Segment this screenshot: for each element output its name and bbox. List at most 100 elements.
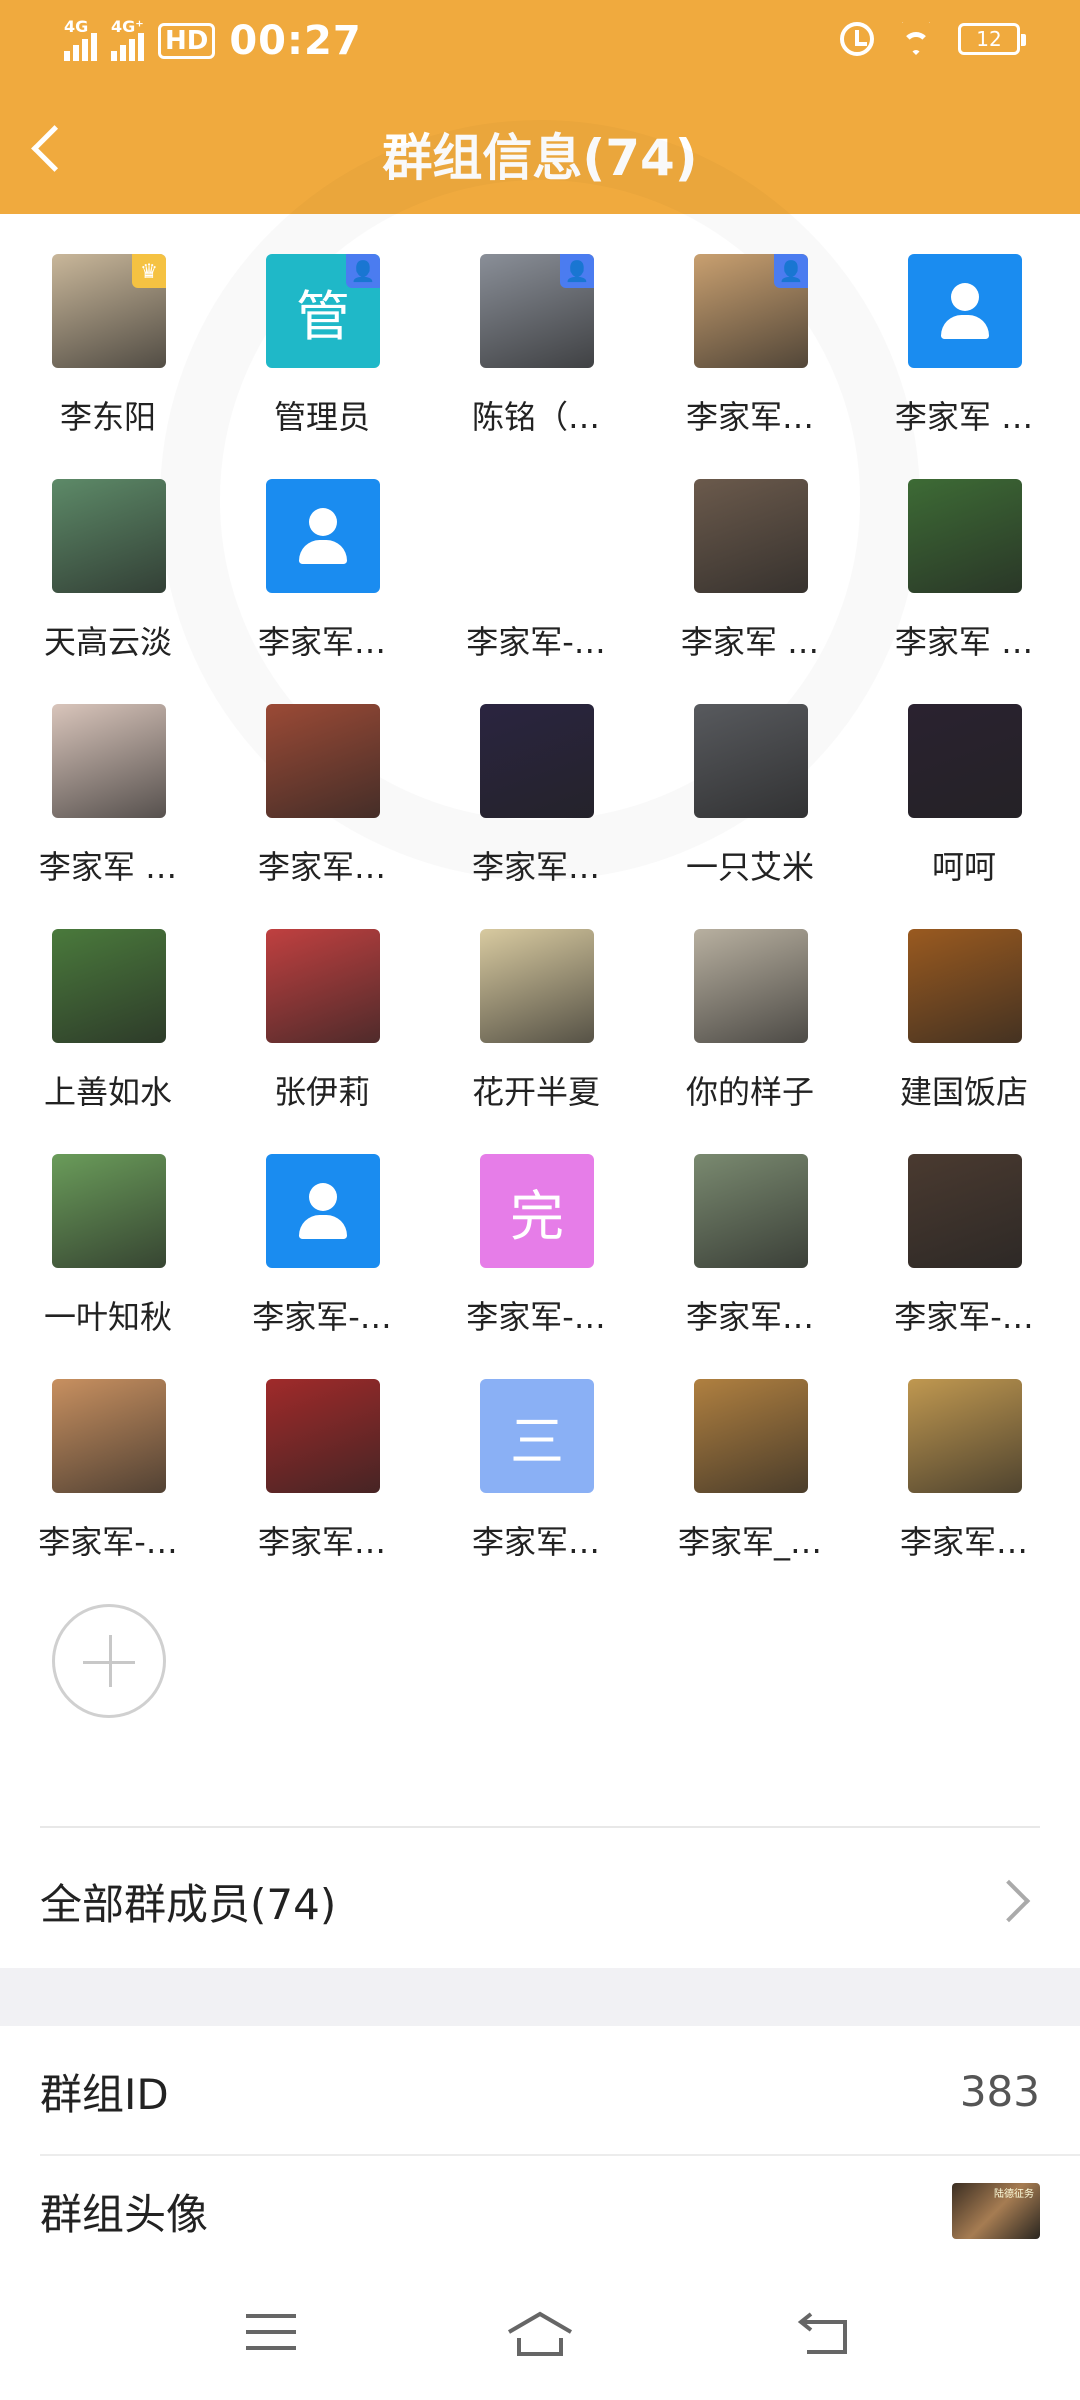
member-item[interactable]: 李家军… bbox=[214, 664, 430, 889]
battery-icon: 12 bbox=[958, 23, 1026, 55]
member-item[interactable]: 上善如水 bbox=[0, 889, 216, 1114]
network-type-label: 4G bbox=[64, 17, 89, 36]
member-name: 一叶知秋 bbox=[43, 1298, 172, 1336]
member-item[interactable]: 一只艾米 bbox=[642, 664, 858, 889]
alarm-icon bbox=[840, 22, 874, 56]
member-item[interactable]: 👤 李家军… bbox=[642, 214, 858, 439]
member-avatar bbox=[266, 1154, 380, 1268]
member-avatar bbox=[52, 929, 166, 1043]
member-item[interactable]: 👤 陈铭（… bbox=[428, 214, 644, 439]
member-item[interactable]: 李家军… bbox=[214, 439, 430, 664]
member-item[interactable]: 李家军 … bbox=[856, 439, 1072, 664]
member-name: 李家军… bbox=[899, 1523, 1028, 1561]
member-avatar: 👤 bbox=[480, 254, 594, 368]
member-avatar bbox=[266, 704, 380, 818]
member-avatar bbox=[908, 929, 1022, 1043]
member-item[interactable]: 李家军_… bbox=[642, 1339, 858, 1564]
member-avatar bbox=[480, 479, 594, 593]
member-avatar bbox=[908, 1379, 1022, 1493]
home-icon[interactable] bbox=[505, 2308, 575, 2358]
member-avatar bbox=[480, 704, 594, 818]
member-item[interactable]: 李家军-… bbox=[856, 1114, 1072, 1339]
member-item[interactable]: 李家军… bbox=[428, 664, 644, 889]
divider bbox=[40, 1826, 1040, 1828]
back-icon[interactable] bbox=[795, 2312, 851, 2356]
hd-voice-icon: HD bbox=[158, 23, 216, 59]
member-avatar: ♛ bbox=[52, 254, 166, 368]
member-avatar bbox=[694, 1379, 808, 1493]
member-name: 李家军-… bbox=[894, 1298, 1034, 1336]
member-avatar bbox=[694, 479, 808, 593]
member-name: 李家军-… bbox=[38, 1523, 178, 1561]
default-user-icon bbox=[937, 283, 993, 339]
member-avatar bbox=[694, 929, 808, 1043]
member-item[interactable]: 建国饭店 bbox=[856, 889, 1072, 1114]
member-item[interactable]: 李家军… bbox=[642, 1114, 858, 1339]
member-item[interactable]: 管 👤 管理员 bbox=[214, 214, 430, 439]
member-name: 陈铭（… bbox=[471, 398, 600, 436]
menu-icon[interactable] bbox=[246, 2314, 296, 2354]
member-avatar bbox=[266, 1379, 380, 1493]
group-avatar-label: 群组头像 bbox=[40, 2189, 209, 2239]
member-item[interactable]: 李家军-… bbox=[214, 1114, 430, 1339]
wifi-icon bbox=[896, 22, 936, 56]
cellular-signal-2-icon: 4G⁺ bbox=[111, 17, 144, 61]
member-item[interactable]: 完李家军-… bbox=[428, 1114, 644, 1339]
member-item[interactable]: 三李家军… bbox=[428, 1339, 644, 1564]
member-avatar bbox=[52, 704, 166, 818]
member-item[interactable]: 李家军… bbox=[214, 1339, 430, 1564]
member-avatar bbox=[480, 929, 594, 1043]
all-members-row[interactable]: 全部群成员(74) bbox=[0, 1836, 1080, 1966]
all-members-label: 全部群成员(74) bbox=[40, 1879, 337, 1929]
member-avatar bbox=[266, 929, 380, 1043]
member-name: 李家军_… bbox=[677, 1523, 822, 1561]
admin-badge-icon: 👤 bbox=[560, 254, 594, 288]
member-item[interactable]: 呵呵 bbox=[856, 664, 1072, 889]
member-avatar bbox=[908, 1154, 1022, 1268]
member-name: 李家军… bbox=[257, 848, 386, 886]
admin-badge-icon: 👤 bbox=[774, 254, 808, 288]
group-id-value: 383 bbox=[959, 2066, 1040, 2116]
member-item[interactable]: 李家军… bbox=[856, 1339, 1072, 1564]
member-item[interactable]: 李家军 … bbox=[642, 439, 858, 664]
member-name: 李家军-… bbox=[466, 1298, 606, 1336]
group-id-row: 群组ID 383 bbox=[0, 2026, 1080, 2156]
group-avatar-row[interactable]: 群组头像 陆德征务 bbox=[0, 2156, 1080, 2266]
member-name: 李家军… bbox=[257, 1523, 386, 1561]
cellular-signal-icon: 4G bbox=[64, 17, 97, 61]
member-item[interactable]: 李家军 … bbox=[0, 664, 216, 889]
avatar-glyph: 三 bbox=[510, 1409, 564, 1473]
default-user-icon bbox=[295, 1183, 351, 1239]
member-item[interactable]: 张伊莉 bbox=[214, 889, 430, 1114]
add-member-button[interactable] bbox=[52, 1604, 166, 1718]
member-item[interactable]: ♛ 李东阳 bbox=[0, 214, 216, 439]
member-name: 李家军… bbox=[685, 398, 814, 436]
avatar-glyph: 完 bbox=[510, 1184, 564, 1248]
member-avatar: 👤 bbox=[694, 254, 808, 368]
system-nav-bar bbox=[0, 2270, 1080, 2400]
member-avatar bbox=[266, 479, 380, 593]
member-avatar bbox=[908, 704, 1022, 818]
member-name: 李家军-… bbox=[252, 1298, 392, 1336]
member-item[interactable]: 天高云淡 bbox=[0, 439, 216, 664]
member-name: 李东阳 bbox=[59, 398, 156, 436]
member-avatar bbox=[694, 704, 808, 818]
member-avatar bbox=[908, 479, 1022, 593]
member-name: 建国饭店 bbox=[899, 1073, 1028, 1111]
member-name: 花开半夏 bbox=[471, 1073, 600, 1111]
group-avatar-thumb-text: 陆德征务 bbox=[994, 2189, 1034, 2200]
clock: 00:27 bbox=[229, 18, 362, 64]
member-name: 天高云淡 bbox=[43, 623, 172, 661]
member-name: 李家军 … bbox=[894, 398, 1034, 436]
member-item[interactable]: 花开半夏 bbox=[428, 889, 644, 1114]
member-item[interactable]: 李家军 … bbox=[856, 214, 1072, 439]
member-name: 张伊莉 bbox=[273, 1073, 370, 1111]
member-item[interactable]: 你的样子 bbox=[642, 889, 858, 1114]
member-name: 一只艾米 bbox=[685, 848, 814, 886]
owner-crown-icon: ♛ bbox=[132, 254, 166, 288]
member-item[interactable]: 一叶知秋 bbox=[0, 1114, 216, 1339]
member-item[interactable]: 李家军-… bbox=[428, 439, 644, 664]
member-name: 李家军 … bbox=[38, 848, 178, 886]
member-avatar: 完 bbox=[480, 1154, 594, 1268]
member-item[interactable]: 李家军-… bbox=[0, 1339, 216, 1564]
